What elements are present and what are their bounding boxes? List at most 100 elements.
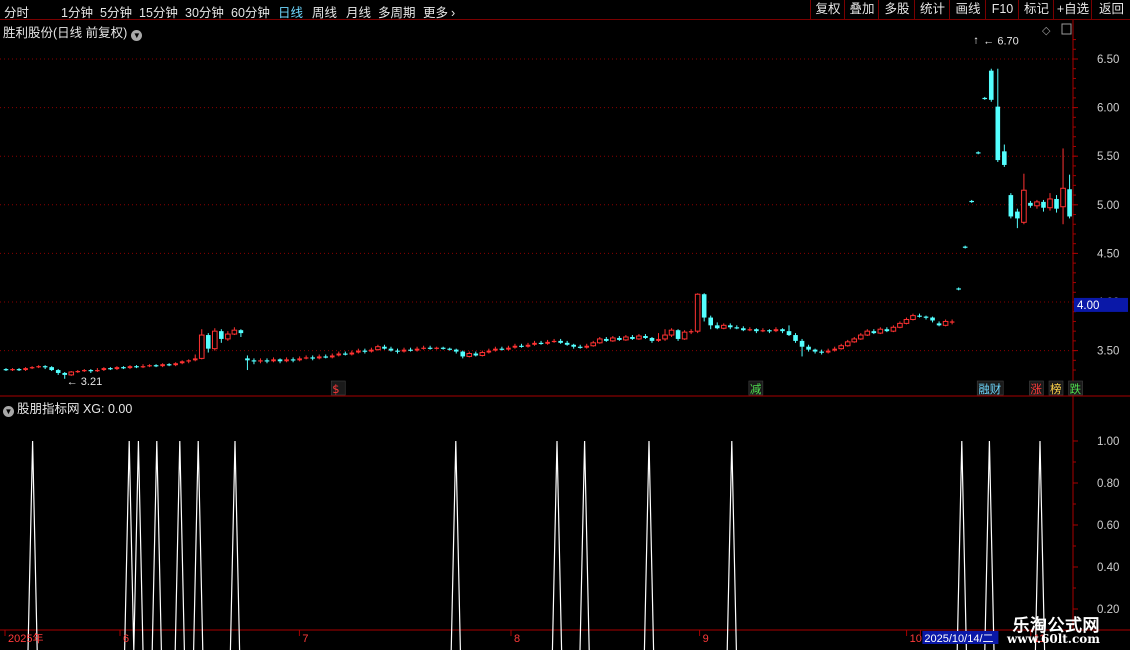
price-tick-label: 5.00 [1097, 200, 1119, 212]
candle-body [754, 329, 759, 332]
indicator-tick-label: 0.40 [1097, 562, 1119, 574]
chart-canvas: 3.504.004.505.005.506.006.504.00◇↑← 6.70… [0, 20, 1130, 650]
price-tick-label: 3.50 [1097, 346, 1119, 358]
candle-body [604, 338, 609, 341]
candle-body [851, 338, 858, 343]
candle-body [101, 368, 107, 371]
candle-body [506, 347, 511, 350]
candle-body [538, 342, 544, 345]
candle-body [741, 328, 746, 331]
candle-body [388, 348, 394, 351]
candle-body [68, 371, 75, 376]
candle-body [329, 355, 335, 358]
indicator-label: 股朋指标网 XG: 0.00 [17, 402, 133, 416]
candle-body [525, 344, 531, 347]
candle-body [577, 346, 583, 348]
candle-body [1028, 202, 1033, 206]
date-tick-label: 6 [123, 633, 129, 645]
candle-body [857, 334, 864, 340]
candle-body [440, 347, 446, 349]
candle-body [643, 336, 648, 338]
candle-body [186, 360, 191, 362]
candle-body [596, 338, 603, 344]
date-tick-label: 9 [703, 633, 709, 645]
candle-body [610, 337, 616, 342]
candle-body [675, 330, 681, 339]
candle-body [284, 359, 289, 362]
candle-body [323, 356, 329, 358]
event-marker-label: 跌 [1070, 382, 1082, 396]
candle-body [479, 352, 486, 356]
candle-body [127, 366, 133, 369]
candle-body [747, 329, 753, 331]
candle-body [564, 342, 570, 345]
candle-body [297, 358, 302, 361]
candle-body [617, 337, 622, 340]
price-tick-label: 6.00 [1097, 103, 1119, 115]
candle-body [864, 330, 871, 336]
candle-body [238, 330, 244, 334]
candle-body [793, 335, 798, 341]
candle-body [205, 335, 211, 349]
candle-body [825, 350, 831, 353]
candle-body [356, 350, 361, 353]
candle-body [812, 349, 818, 352]
candle-body [1067, 189, 1072, 217]
candle-body [114, 367, 120, 370]
candle-body [192, 358, 198, 361]
candle-body [493, 348, 498, 351]
candle-body [636, 335, 642, 340]
candle-body [819, 351, 824, 353]
candle-body [271, 359, 276, 362]
candle-body [890, 326, 897, 332]
date-tick-label: 7 [302, 633, 308, 645]
candle-body [375, 346, 381, 351]
candle-body [714, 325, 720, 329]
candle-body [49, 367, 54, 371]
indicator-dropdown-icon[interactable]: ▼ [3, 406, 14, 417]
candle-body [179, 361, 185, 364]
candle-body [23, 368, 28, 371]
candle-body [82, 370, 87, 372]
candle-body [1015, 211, 1020, 219]
candle-body [153, 365, 159, 367]
candle-body [956, 288, 961, 290]
candle-body [336, 353, 342, 356]
candle-body [930, 317, 935, 321]
indicator-tick-label: 0.80 [1097, 478, 1119, 490]
candle-body [512, 345, 518, 348]
candle-body [806, 346, 811, 350]
candle-body [962, 246, 968, 248]
candle-body [760, 330, 766, 332]
candle-body [121, 367, 126, 369]
candle-body [532, 342, 537, 345]
candle-body [42, 366, 48, 368]
candle-body [936, 323, 942, 326]
high-price-annotation: ← 6.70 [983, 36, 1018, 48]
candle-body [460, 351, 466, 357]
candle-body [942, 320, 949, 326]
current-price-label: 4.00 [1077, 300, 1099, 312]
candle-body [36, 366, 41, 368]
candle-body [903, 318, 910, 324]
candle-body [708, 317, 713, 326]
candle-body [877, 328, 884, 334]
candle-body [16, 369, 22, 371]
candle-body [917, 315, 922, 317]
candle-body [408, 349, 413, 351]
candle-body [799, 340, 805, 347]
candle-body [1021, 189, 1027, 223]
candle-body [258, 360, 263, 362]
event-marker-label: 榜 [1050, 382, 1062, 396]
candle-body [545, 341, 550, 344]
candle-body [453, 349, 459, 352]
candle-body [1002, 151, 1007, 165]
candle-body [245, 358, 250, 361]
candle-body [623, 336, 629, 341]
date-tick-label: 8 [514, 633, 520, 645]
candle-body [590, 342, 597, 347]
candle-body [414, 348, 420, 351]
candle-body [95, 370, 100, 372]
candle-body [720, 324, 727, 329]
candle-body [688, 331, 694, 333]
